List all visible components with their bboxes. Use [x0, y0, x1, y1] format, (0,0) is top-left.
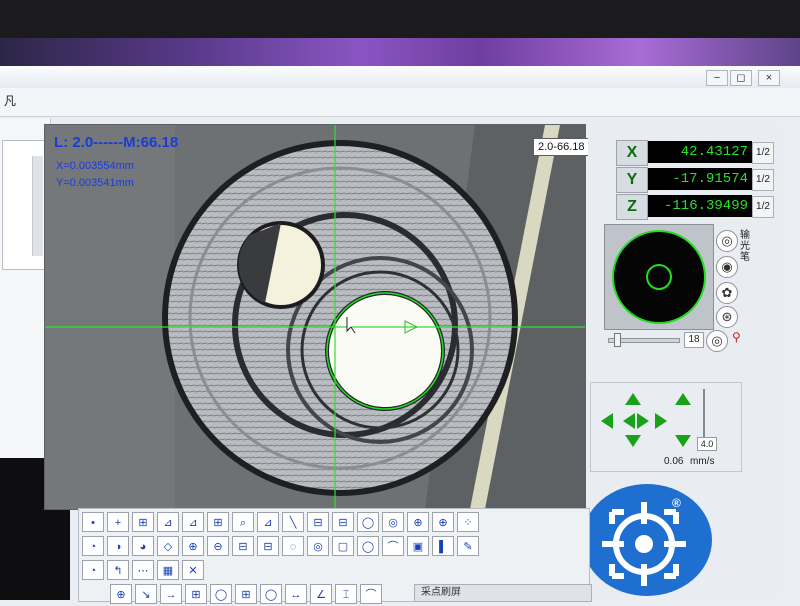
arrow-right-icon[interactable] — [655, 413, 667, 429]
maximize-button[interactable]: ◻ — [730, 70, 752, 86]
tool-button[interactable]: ⊟ — [332, 512, 354, 532]
arrow-left-icon[interactable] — [601, 413, 613, 429]
tool-button[interactable]: ◎ — [307, 536, 329, 556]
pixel-size-y: Y=0.003541mm — [56, 177, 134, 189]
tool-button[interactable]: ↰ — [107, 560, 129, 580]
tool-button[interactable]: ↘ — [135, 584, 157, 604]
tool-button[interactable]: ◯ — [210, 584, 232, 604]
axis-y-value: -17.91574 — [648, 168, 752, 190]
tool-button[interactable]: ⊟ — [307, 512, 329, 532]
light-slider-handle[interactable] — [614, 333, 621, 347]
minimize-button[interactable]: − — [706, 70, 728, 86]
tool-button[interactable]: ⊕ — [407, 512, 429, 532]
z-down-icon[interactable] — [675, 435, 691, 447]
arrow-left-fine-icon[interactable] — [623, 413, 635, 429]
axis-x-value: 42.43127 — [648, 141, 752, 163]
tool-button[interactable]: ⊿ — [157, 512, 179, 532]
tool-button[interactable]: ◔ — [82, 536, 104, 556]
tool-button[interactable]: ⊿ — [257, 512, 279, 532]
tool-button[interactable]: ⊟ — [257, 536, 279, 556]
tool-button[interactable]: ◯ — [357, 536, 379, 556]
tool-button[interactable]: ⊞ — [235, 584, 257, 604]
light-ring-icon[interactable]: ◎ — [706, 330, 728, 352]
crosshair-logo-icon — [602, 502, 686, 586]
z-speed-scale — [703, 389, 715, 437]
tool-button[interactable]: ◇ — [157, 536, 179, 556]
zoom-select-value: 2.0-66.18 — [538, 141, 585, 153]
tool-button[interactable]: ◯ — [357, 512, 379, 532]
tool-button[interactable]: ⌶ — [335, 584, 357, 604]
axis-y-half-button[interactable]: 1/2 — [752, 169, 774, 191]
tool-button[interactable]: ▣ — [407, 536, 429, 556]
tool-button[interactable]: ◎ — [382, 512, 404, 532]
tool-button[interactable]: ⌒ — [382, 536, 404, 556]
tool-button[interactable]: ⊞ — [207, 512, 229, 532]
ring-light-preview — [612, 230, 706, 324]
title-bar — [0, 66, 800, 89]
close-button[interactable]: × — [758, 70, 780, 86]
tool-button[interactable]: ⌒ — [360, 584, 382, 604]
menu-bar — [0, 88, 800, 117]
light-mode-3-icon[interactable]: ✿ — [716, 282, 738, 304]
tool-button[interactable]: ⊖ — [207, 536, 229, 556]
brand-logo — [582, 484, 712, 596]
light-mode-2-icon[interactable]: ◉ — [716, 256, 738, 278]
tool-button[interactable]: ⊕ — [110, 584, 132, 604]
menu-item[interactable]: 凡 — [4, 92, 16, 109]
tool-button[interactable]: ⁘ — [457, 512, 479, 532]
light-mode-4-icon[interactable]: ⊛ — [716, 306, 738, 328]
pixel-size-x: X=0.003554mm — [56, 160, 134, 172]
speed-setting[interactable]: 4.0 — [697, 437, 717, 451]
tool-button[interactable]: ∠ — [310, 584, 332, 604]
sampling-refresh-field[interactable]: 采点刷屏 — [414, 584, 592, 602]
tool-button[interactable]: ◔ — [82, 560, 104, 580]
axis-z-half-button[interactable]: 1/2 — [752, 196, 774, 218]
z-up-icon[interactable] — [675, 393, 691, 405]
axis-z-value: -116.39499 — [648, 195, 752, 217]
tool-button[interactable]: ⊞ — [132, 512, 154, 532]
light-preview — [604, 224, 714, 330]
tool-button[interactable]: ⊕ — [182, 536, 204, 556]
registered-mark: ® — [672, 496, 681, 510]
tool-button[interactable]: ⌕ — [232, 512, 254, 532]
tool-button[interactable]: ◌ — [282, 536, 304, 556]
light-level-value: 18 — [684, 332, 704, 348]
lens-magnification-label: L: 2.0------M:66.18 — [54, 134, 179, 151]
axis-z-button[interactable]: Z — [616, 194, 648, 220]
tool-button[interactable]: ▦ — [157, 560, 179, 580]
tool-button[interactable]: ▌ — [432, 536, 454, 556]
tool-button[interactable]: ⊟ — [232, 536, 254, 556]
speed-readout: 0.06 — [664, 456, 684, 467]
feature-list-scrollbar[interactable] — [32, 156, 43, 256]
light-off-icon[interactable]: ⚲ — [732, 330, 748, 346]
tool-button[interactable]: ▢ — [332, 536, 354, 556]
tool-button[interactable]: ◑ — [107, 536, 129, 556]
light-mode-1-icon[interactable]: ◎ — [716, 230, 738, 252]
axis-x-half-button[interactable]: 1/2 — [752, 142, 774, 164]
tool-button[interactable]: ⊿ — [182, 512, 204, 532]
tool-button[interactable]: ╲ — [282, 512, 304, 532]
tool-button[interactable]: • — [82, 512, 104, 532]
axis-x-button[interactable]: X — [616, 140, 648, 166]
tool-button[interactable]: ⊞ — [185, 584, 207, 604]
arrow-up-icon[interactable] — [625, 393, 641, 405]
arrow-down-icon[interactable] — [625, 435, 641, 447]
tool-button[interactable]: ✕ — [182, 560, 204, 580]
axis-y-button[interactable]: Y — [616, 167, 648, 193]
tool-button[interactable]: ⊕ — [432, 512, 454, 532]
tool-button[interactable]: + — [107, 512, 129, 532]
arrow-right-fine-icon[interactable] — [637, 413, 649, 429]
tool-button[interactable]: ◯ — [260, 584, 282, 604]
tool-button[interactable]: ✎ — [457, 536, 479, 556]
tool-button[interactable]: → — [160, 584, 182, 604]
light-mode-label: 输光笔 — [740, 230, 750, 263]
speed-unit: mm/s — [690, 456, 715, 467]
tool-button[interactable]: ↔ — [285, 584, 307, 604]
tool-button[interactable]: ◕ — [132, 536, 154, 556]
tool-button[interactable]: ⋯ — [132, 560, 154, 580]
